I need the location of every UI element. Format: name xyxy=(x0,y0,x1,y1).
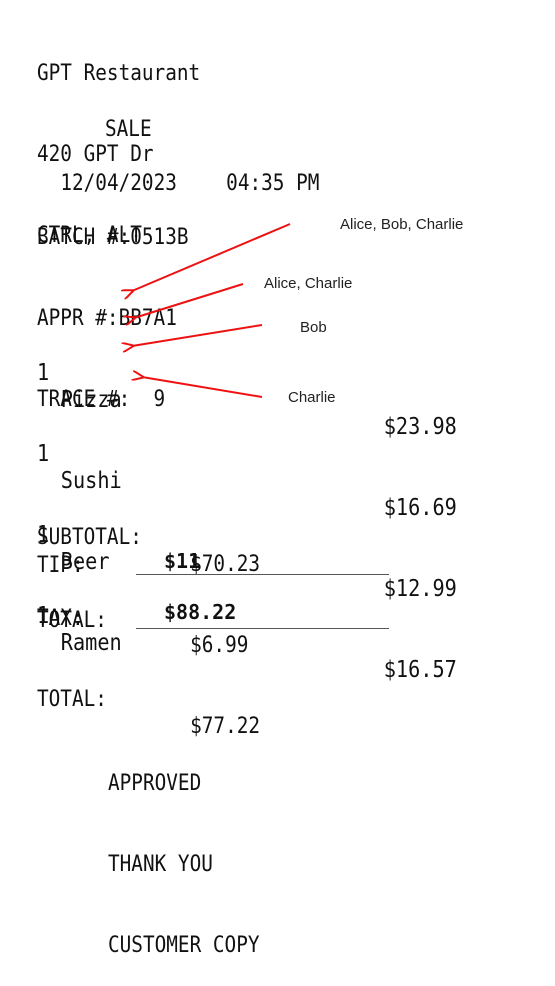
arrow-ramen xyxy=(142,377,263,398)
footer-copy: CUSTOMER COPY xyxy=(108,933,260,958)
arrow-sushi xyxy=(134,283,244,318)
arrow-beer xyxy=(132,324,263,346)
arrow-pizza xyxy=(132,223,291,291)
annotation-arrows xyxy=(0,223,291,398)
